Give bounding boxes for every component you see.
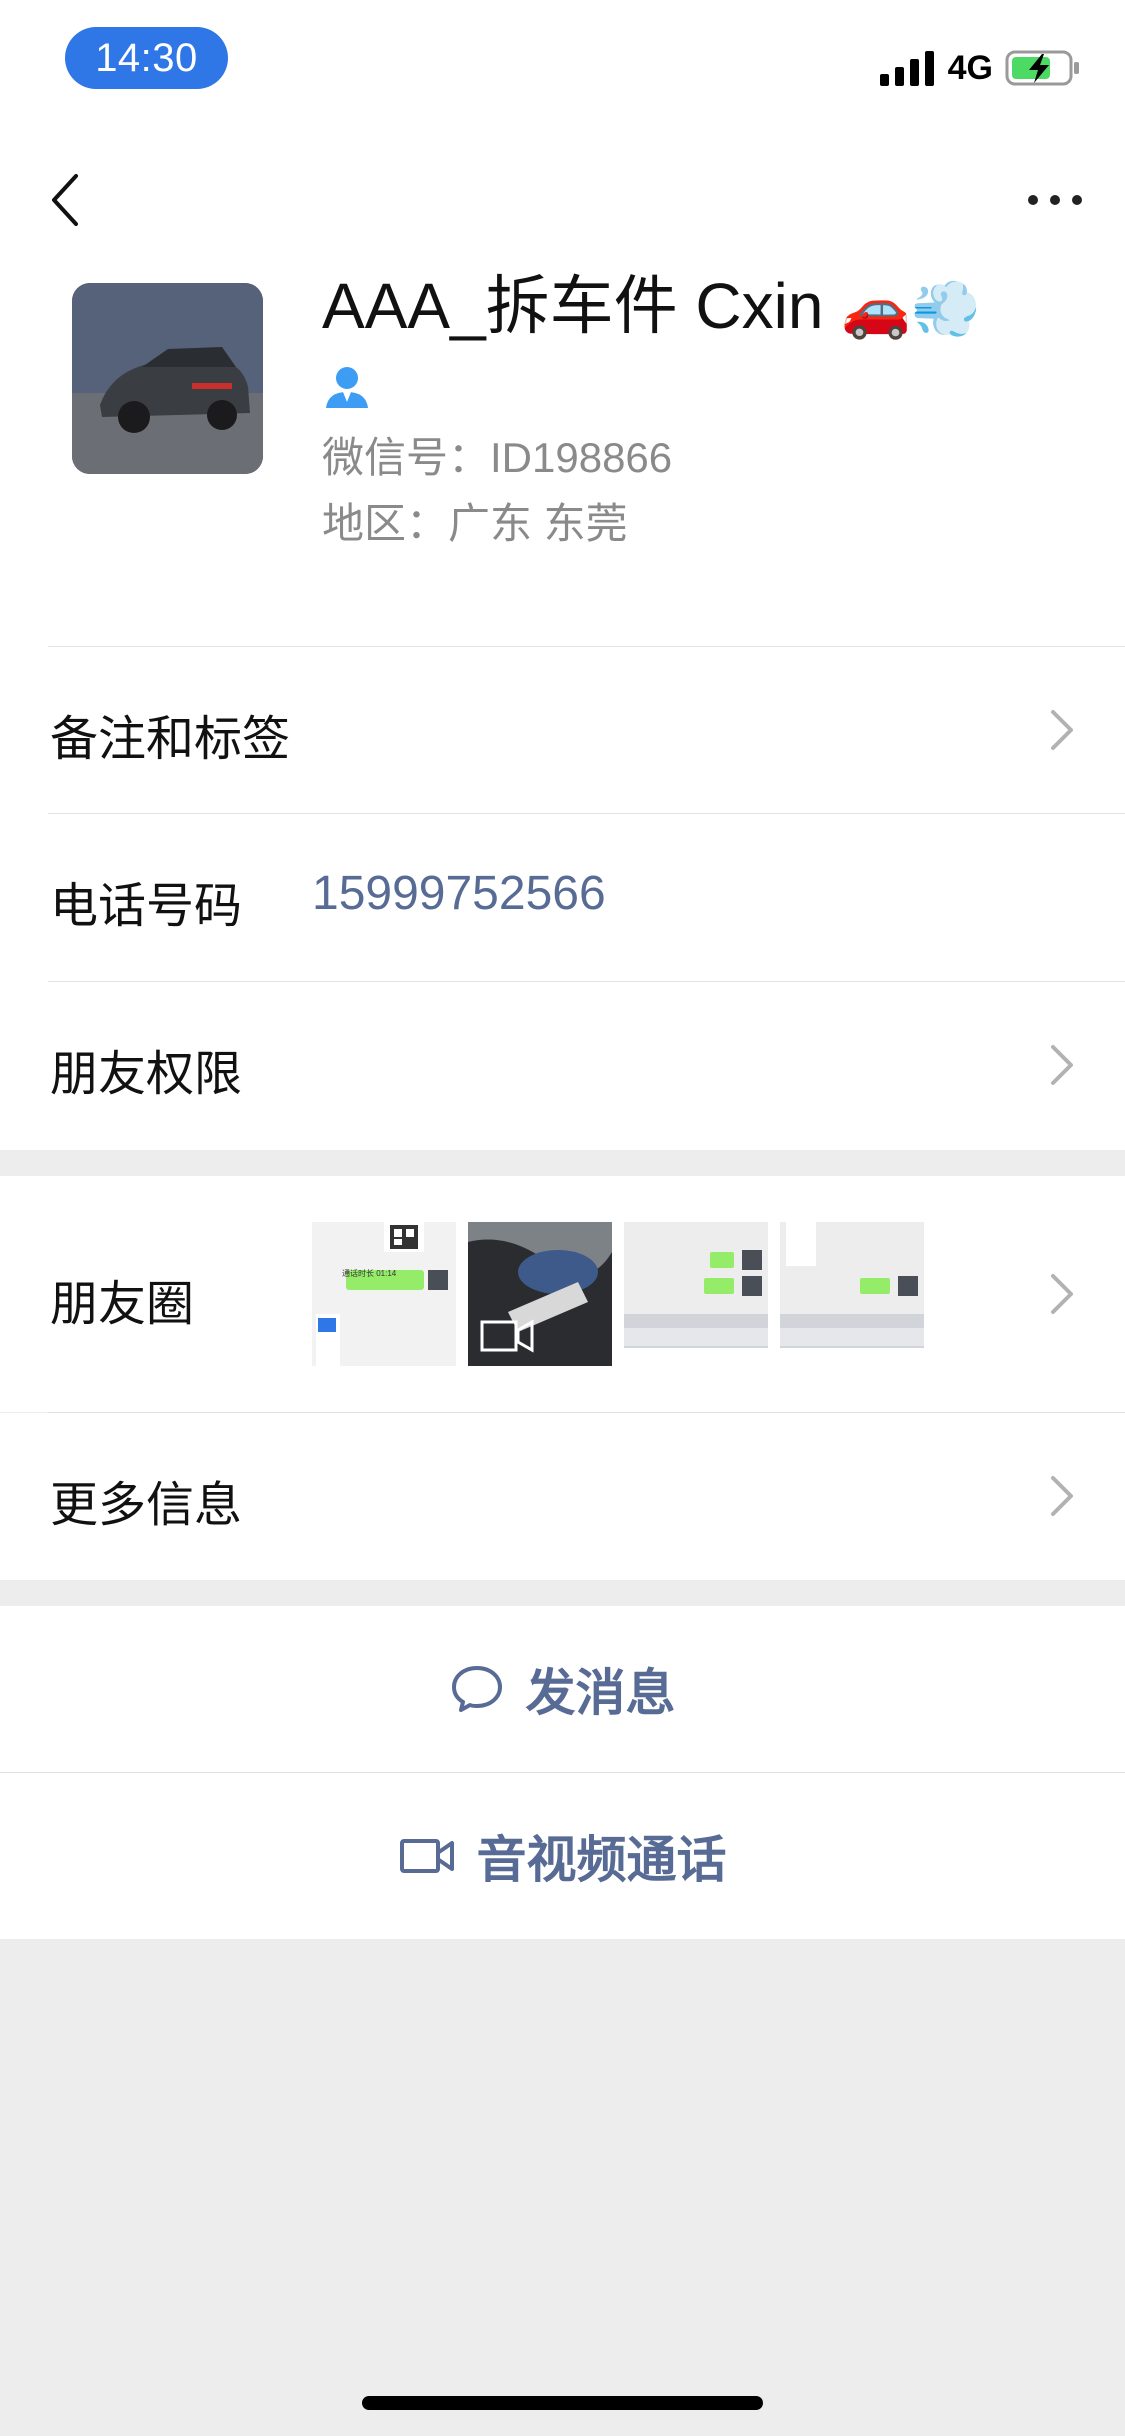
row-more-info[interactable]: 更多信息 xyxy=(0,1413,1125,1580)
row-label: 朋友权限 xyxy=(50,1048,243,1101)
nickname-emoji: 🚗💨 xyxy=(841,277,981,342)
status-time: 14:30 xyxy=(65,27,228,89)
row-remarks-tags[interactable]: 备注和标签 xyxy=(0,647,1125,813)
chat-screenshot-image xyxy=(624,1222,768,1366)
section-gap xyxy=(0,1580,1125,1606)
nickname-text: AAA_拆车件 Cxin xyxy=(322,270,824,342)
avatar[interactable] xyxy=(72,283,263,474)
row-phone[interactable]: 电话号码 15999752566 xyxy=(0,814,1125,981)
moments-thumbnail[interactable] xyxy=(312,1222,456,1366)
moments-thumbnail[interactable] xyxy=(624,1222,768,1366)
wechat-id: 微信号：ID198866 xyxy=(322,434,673,481)
more-dots-icon xyxy=(1028,195,1082,205)
chat-bubble-icon xyxy=(451,1666,502,1712)
chevron-right-icon xyxy=(1051,1274,1073,1314)
region: 地区：广东 东莞 xyxy=(322,500,628,547)
chevron-right-icon xyxy=(1051,710,1073,750)
row-label: 备注和标签 xyxy=(50,713,291,766)
network-label: 4G xyxy=(947,48,993,87)
section-gap xyxy=(0,1150,1125,1176)
av-call-label: 音视频通话 xyxy=(476,1832,727,1888)
send-message-button[interactable]: 发消息 xyxy=(0,1606,1125,1772)
engine-video-image xyxy=(468,1222,612,1366)
row-label: 更多信息 xyxy=(50,1479,243,1532)
chevron-right-icon xyxy=(1051,1476,1073,1516)
chat-screenshot-image xyxy=(780,1222,924,1366)
chevron-right-icon xyxy=(1051,1045,1073,1085)
send-message-label: 发消息 xyxy=(525,1665,676,1721)
moments-thumbnail-video[interactable] xyxy=(468,1222,612,1366)
row-friend-permissions[interactable]: 朋友权限 xyxy=(0,982,1125,1148)
chat-screenshot-image xyxy=(316,1222,448,1366)
battery-charging-icon xyxy=(1005,50,1079,86)
av-call-button[interactable]: 音视频通话 xyxy=(0,1773,1125,1939)
signal-icon xyxy=(879,51,934,86)
moments-thumbnail[interactable] xyxy=(780,1222,924,1366)
status-icons: 4G xyxy=(879,46,1081,90)
more-button[interactable] xyxy=(1015,170,1095,230)
thumbnail-caption: 通话时长 01:14 xyxy=(342,1269,397,1278)
car-photo xyxy=(72,283,263,474)
home-indicator[interactable] xyxy=(362,2396,763,2410)
chevron-left-icon xyxy=(52,174,78,226)
row-label: 电话号码 xyxy=(50,880,243,933)
video-camera-icon xyxy=(399,1839,454,1873)
nickname: AAA_拆车件 Cxin 🚗💨 xyxy=(322,266,981,350)
phone-number-link[interactable]: 15999752566 xyxy=(312,866,606,921)
back-button[interactable] xyxy=(40,160,90,240)
row-label: 朋友圈 xyxy=(50,1278,195,1331)
person-icon xyxy=(326,367,368,408)
